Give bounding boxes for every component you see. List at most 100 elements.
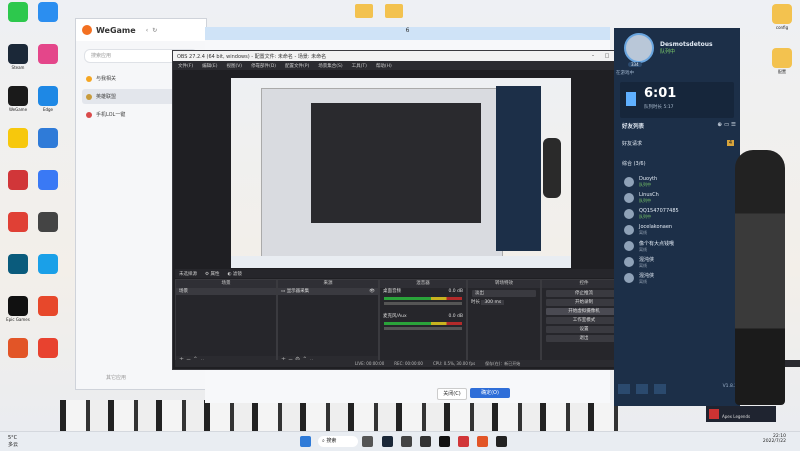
volume-slider[interactable]: [384, 302, 462, 305]
cancel-button[interactable]: 关闭(C): [437, 388, 467, 400]
friend-name: 混沌侠: [639, 272, 655, 279]
voice-icon[interactable]: [654, 384, 666, 394]
obs-menu-item[interactable]: 工具(T): [352, 63, 367, 69]
obs-menu-item[interactable]: 停靠部件(D): [251, 63, 276, 69]
notification-toast[interactable]: Apex Legends: [706, 406, 776, 422]
taskbar-search[interactable]: ⌕ 搜索: [318, 436, 358, 447]
app2-icon: [38, 44, 58, 64]
folder-icon[interactable]: [385, 4, 403, 18]
character-art-small: [543, 138, 561, 198]
back-arrow-icon[interactable]: ‹: [146, 27, 148, 34]
status-cpu: CPU: 0.5%, 30.00 fps: [432, 361, 476, 366]
obs-menu-item[interactable]: 配置文件(P): [285, 63, 309, 69]
clock-date: 2022/7/22: [762, 439, 786, 444]
control-button[interactable]: 设置: [546, 326, 622, 333]
visibility-icon[interactable]: 👁: [369, 288, 378, 295]
transition-select[interactable]: 淡出: [472, 290, 536, 297]
control-button[interactable]: 退出: [546, 335, 622, 342]
desktop-icon-app2[interactable]: [30, 44, 66, 65]
avatar: [624, 273, 634, 283]
nav-label: 手机LOL一键: [96, 112, 126, 118]
friend-item[interactable]: 混沌侠 离线: [614, 270, 740, 286]
wegame-titlebar: WeGame ‹ ↻: [76, 19, 206, 41]
minimize-icon[interactable]: –: [586, 53, 600, 59]
start-icon[interactable]: [300, 436, 311, 447]
friend-status: 队列中: [639, 198, 651, 203]
avatar: [624, 209, 634, 219]
friend-item[interactable]: QQ1547077485 队列中: [614, 206, 740, 222]
friend-status: 队列中: [639, 214, 651, 219]
obs-menu-item[interactable]: 帮助(H): [376, 63, 392, 69]
friend-item[interactable]: Duoyth 队列中: [614, 174, 740, 190]
mixer-header: 混音器: [380, 280, 466, 288]
timer-icon: [626, 92, 636, 106]
mixer-channel-desktop: 桌面音频 0.0 dB: [380, 288, 466, 295]
desktop-icon-easy[interactable]: [30, 128, 66, 149]
taskview-icon[interactable]: [362, 436, 373, 447]
weather-widget[interactable]: 5°C 多云: [8, 435, 18, 448]
refresh-icon[interactable]: ↻: [152, 27, 157, 34]
taskbar-app-icon[interactable]: [382, 436, 393, 447]
chat-icon[interactable]: [618, 384, 630, 394]
preview-taskbar: [231, 256, 571, 268]
dialog-tab-label[interactable]: 6: [406, 27, 410, 34]
control-button[interactable]: 停止推流: [546, 290, 622, 297]
wegame-footer[interactable]: 其它应用: [106, 374, 126, 381]
add-friend-icon[interactable]: ⊕ ▭ ☰: [717, 122, 736, 128]
desktop-folder-config[interactable]: config: [764, 4, 800, 30]
duration-input[interactable]: 300 ms: [481, 300, 505, 305]
wegame-title: WeGame: [96, 25, 136, 35]
level-badge: 334: [628, 62, 642, 67]
friend-item[interactable]: LinusCh 队列中: [614, 190, 740, 206]
desktop-icon-app6[interactable]: [30, 296, 66, 317]
obs-preview[interactable]: [231, 78, 571, 268]
scenes-panel: 场景 场景 + − ⌃ ⌄: [175, 279, 277, 365]
queue-subtime-value: 5:17: [663, 105, 674, 110]
avatar[interactable]: [624, 33, 654, 63]
properties-button[interactable]: ⚙ 属性: [205, 271, 219, 277]
obs-menu-item[interactable]: 编辑(E): [202, 63, 217, 69]
friend-item[interactable]: 像个有大点钱哦 离线: [614, 238, 740, 254]
obs-menu-item[interactable]: 场景集合(S): [318, 63, 342, 69]
app5-icon: [38, 254, 58, 274]
desktop-icon-feishu[interactable]: [30, 170, 66, 191]
taskbar-app-icon[interactable]: [477, 436, 488, 447]
desktop-icon-app4[interactable]: [30, 212, 66, 233]
source-label: 显示器采集: [286, 289, 310, 294]
desktop-icon-edge[interactable]: Edge: [30, 86, 66, 112]
friend-item[interactable]: 混沌侠 离线: [614, 254, 740, 270]
friend-info: QQ1547077485 队列中: [639, 208, 679, 220]
obs-menu-item[interactable]: 文件(F): [178, 63, 193, 69]
folder-icon[interactable]: [355, 4, 373, 18]
friend-group[interactable]: 综合 (3/6): [622, 160, 646, 167]
apex-icon: [709, 409, 719, 419]
nav-label: 与我相关: [96, 76, 117, 82]
ok-button[interactable]: 确定(O): [470, 388, 510, 398]
preview-nested-obs: [311, 103, 481, 223]
desktop-folder-2[interactable]: 配置: [764, 48, 800, 75]
scene-item[interactable]: 场景: [176, 288, 276, 295]
taskbar-app-icon[interactable]: [439, 436, 450, 447]
friend-info: Jocelakonaen 离线: [639, 224, 672, 236]
missions-icon[interactable]: [636, 384, 648, 394]
obs-taskbar-icon[interactable]: [420, 436, 431, 447]
desktop-icon-qq[interactable]: [30, 2, 66, 23]
desktop-icon-app5[interactable]: [30, 254, 66, 275]
volume-slider[interactable]: [384, 327, 462, 330]
taskbar-app-icon[interactable]: [458, 436, 469, 447]
obs-menu-item[interactable]: 视图(V): [226, 63, 242, 69]
taskbar-app-icon[interactable]: [496, 436, 507, 447]
control-button[interactable]: 开始录制: [546, 299, 622, 306]
taskbar-app-icon[interactable]: [401, 436, 412, 447]
clock[interactable]: 22:10 2022/7/22: [746, 434, 786, 444]
source-item[interactable]: ▭ 显示器采集 👁: [278, 288, 378, 295]
desktop-icon-app8[interactable]: [30, 338, 66, 359]
friend-item[interactable]: Jocelakonaen 离线: [614, 222, 740, 238]
control-button[interactable]: 工作室模式: [546, 317, 622, 324]
character-art: [735, 150, 785, 405]
requests-row[interactable]: 好友请求 4: [622, 140, 734, 147]
maximize-icon[interactable]: □: [600, 53, 614, 59]
control-button[interactable]: 开始虚拟摄像机: [546, 308, 622, 315]
filters-button[interactable]: ◐ 滤镜: [227, 271, 241, 277]
riot-icon: [8, 170, 28, 190]
